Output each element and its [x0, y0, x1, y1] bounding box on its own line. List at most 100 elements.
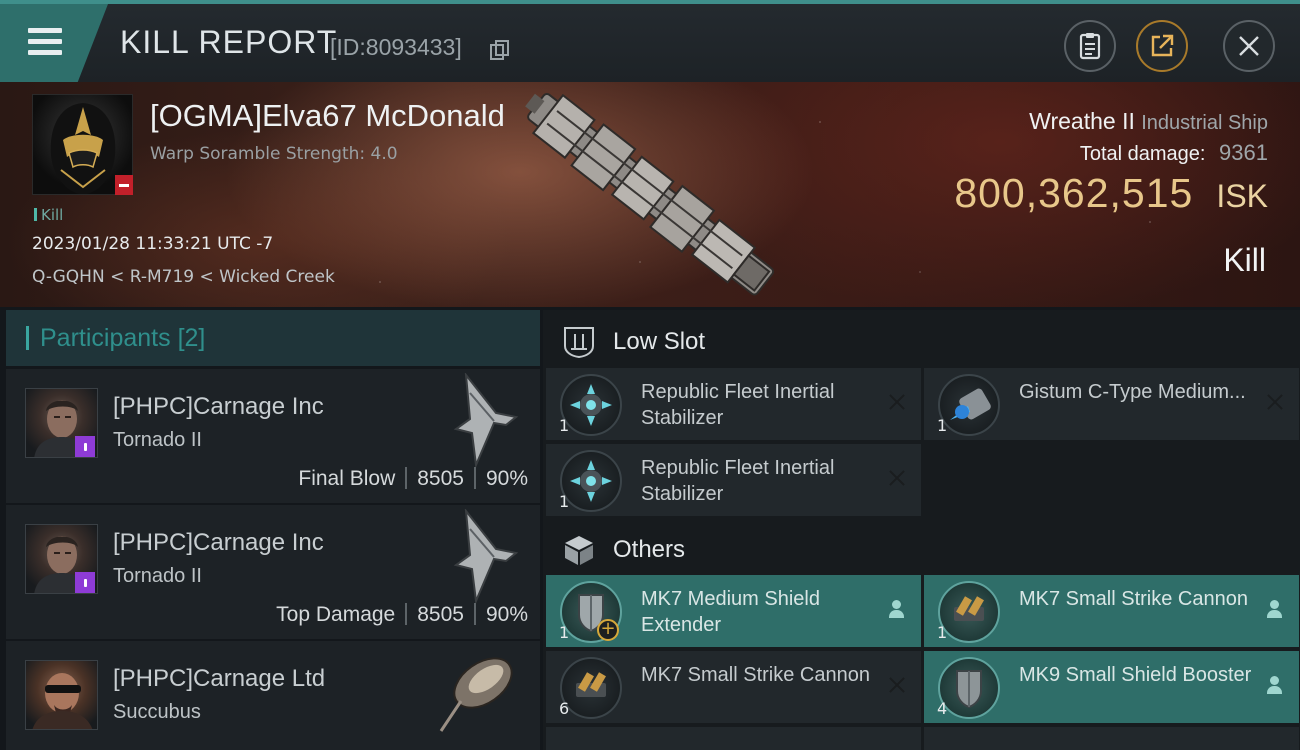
- participant-stats: Top Damage 8505 90%: [276, 603, 528, 627]
- participants-header: Participants [2]: [6, 310, 540, 366]
- kill-timestamp: 2023/01/28 11:33:21 UTC -7: [32, 234, 274, 254]
- report-id: [ID:8093433]: [330, 34, 462, 60]
- module-item-partial[interactable]: [924, 727, 1299, 750]
- low-slot-label: Low Slot: [613, 328, 706, 355]
- destroyed-icon: [1265, 392, 1285, 412]
- page-title: KILL REPORT: [120, 24, 338, 60]
- item-name: MK7 Medium Shield Extender: [641, 588, 820, 636]
- participant-ship-image[interactable]: [436, 509, 526, 604]
- ship-class: Industrial Ship: [1141, 112, 1268, 134]
- item-quantity: 4: [937, 699, 948, 718]
- item-quantity: 1: [559, 416, 570, 435]
- participant-percent: 90%: [485, 603, 528, 626]
- strike-cannon-icon: [938, 581, 1000, 643]
- item-quantity: 1: [559, 623, 570, 642]
- item-name: Republic Fleet Inertial Stabilizer: [641, 381, 835, 429]
- close-button[interactable]: [1223, 20, 1275, 72]
- total-damage-value: 9361: [1219, 140, 1268, 165]
- others-label: Others: [613, 536, 686, 563]
- menu-button[interactable]: [0, 4, 108, 82]
- warp-scramble-strength: Warp Soramble Strength: 4.0: [150, 144, 398, 164]
- destroyed-icon: [887, 392, 907, 412]
- participants-panel: Participants [2] [PHPC]Carnage Inc Torna…: [6, 310, 540, 750]
- participants-label: Participants [2]: [40, 324, 206, 352]
- participant-name[interactable]: [PHPC]Carnage Inc: [113, 393, 324, 421]
- clipboard-icon: [1079, 33, 1101, 60]
- victim-ship-image[interactable]: [515, 90, 785, 300]
- total-damage: Total damage: 9361: [1080, 140, 1268, 166]
- participant-percent: 90%: [485, 467, 528, 490]
- item-name: Republic Fleet Inertial Stabilizer: [641, 457, 835, 505]
- copy-icon[interactable]: [490, 40, 509, 60]
- item-quantity: 6: [559, 699, 570, 718]
- inertial-stabilizer-icon: [560, 450, 622, 512]
- fitting-panel: Low Slot 1 Republic Fleet Inertial Stabi…: [543, 310, 1300, 750]
- hostile-badge: [115, 175, 133, 195]
- destroyed-icon: [887, 468, 907, 488]
- person-icon: [1265, 599, 1285, 619]
- alliance-badge: [75, 572, 95, 593]
- participant-damage: 8505: [417, 467, 464, 490]
- ship-name: Wreathe II: [1029, 108, 1135, 134]
- share-button[interactable]: [1136, 20, 1188, 72]
- add-icon: +: [597, 619, 619, 641]
- item-quantity: 1: [559, 492, 570, 511]
- module-item[interactable]: 6 MK7 Small Strike Cannon: [546, 651, 921, 723]
- module-item[interactable]: 1 Gistum C-Type Medium...: [924, 368, 1299, 440]
- victim-name[interactable]: [OGMA]Elva67 McDonald: [150, 98, 505, 134]
- participant-stats: Final Blow 8505 90%: [298, 467, 528, 491]
- participant-ship: Succubus: [113, 701, 201, 723]
- low-slot-icon: [564, 327, 594, 359]
- destroyed-icon: [887, 675, 907, 695]
- strike-cannon-icon: [560, 657, 622, 719]
- participant-ship: Tornado II: [113, 429, 202, 451]
- kill-tag: Kill: [34, 206, 63, 224]
- participant-name[interactable]: [PHPC]Carnage Ltd: [113, 665, 325, 693]
- participant-row[interactable]: [PHPC]Carnage Inc Tornado II Top Damage 8…: [6, 505, 540, 639]
- module-item-partial[interactable]: [546, 727, 921, 750]
- result-label: Kill: [1223, 242, 1266, 278]
- item-quantity: 1: [937, 623, 948, 642]
- shield-booster-icon: [938, 657, 1000, 719]
- participant-role: Final Blow: [298, 467, 396, 490]
- total-damage-label: Total damage:: [1079, 143, 1206, 165]
- menu-icon: [28, 28, 62, 56]
- participant-row[interactable]: [PHPC]Carnage Ltd Succubus: [6, 641, 540, 750]
- cube-icon: [565, 536, 593, 565]
- participant-name[interactable]: [PHPC]Carnage Inc: [113, 529, 324, 557]
- isk-unit: ISK: [1216, 178, 1268, 214]
- clipboard-button[interactable]: [1064, 20, 1116, 72]
- inertial-stabilizer-icon: [560, 374, 622, 436]
- isk-value: 800,362,515 ISK: [954, 170, 1268, 217]
- item-name: MK7 Small Strike Cannon: [641, 664, 870, 686]
- kill-summary: [OGMA]Elva67 McDonald Warp Soramble Stre…: [0, 82, 1300, 307]
- module-item[interactable]: 1 MK7 Small Strike Cannon: [924, 575, 1299, 647]
- item-name: MK7 Small Strike Cannon: [1019, 588, 1248, 610]
- participant-ship: Tornado II: [113, 565, 202, 587]
- person-icon: [887, 599, 907, 619]
- module-item[interactable]: + 1 MK7 Medium Shield Extender: [546, 575, 921, 647]
- participant-row[interactable]: [PHPC]Carnage Inc Tornado II Final Blow 8…: [6, 369, 540, 503]
- victim-ship[interactable]: Wreathe II Industrial Ship: [1029, 108, 1268, 135]
- person-icon: [1265, 675, 1285, 695]
- gistum-shield-icon: [938, 374, 1000, 436]
- alliance-badge: [75, 436, 95, 457]
- participant-ship-image[interactable]: [431, 643, 521, 738]
- participant-role: Top Damage: [276, 603, 396, 626]
- isk-amount: 800,362,515: [954, 170, 1194, 216]
- item-quantity: 1: [937, 416, 948, 435]
- share-icon: [1151, 34, 1174, 57]
- pilot-portrait: [32, 673, 93, 729]
- item-name: MK9 Small Shield Booster: [1019, 664, 1252, 686]
- others-header: Others: [543, 520, 1300, 580]
- participant-avatar[interactable]: [25, 660, 98, 730]
- participant-damage: 8505: [417, 603, 464, 626]
- module-item[interactable]: 1 Republic Fleet Inertial Stabilizer: [546, 444, 921, 516]
- close-icon: [1239, 36, 1259, 56]
- top-bar: KILL REPORT [ID:8093433]: [0, 0, 1300, 82]
- module-item[interactable]: 1 Republic Fleet Inertial Stabilizer: [546, 368, 921, 440]
- item-name: Gistum C-Type Medium...: [1019, 381, 1246, 403]
- kill-location[interactable]: Q-GQHN < R-M719 < Wicked Creek: [32, 267, 335, 287]
- participant-ship-image[interactable]: [436, 373, 526, 468]
- module-item[interactable]: 4 MK9 Small Shield Booster: [924, 651, 1299, 723]
